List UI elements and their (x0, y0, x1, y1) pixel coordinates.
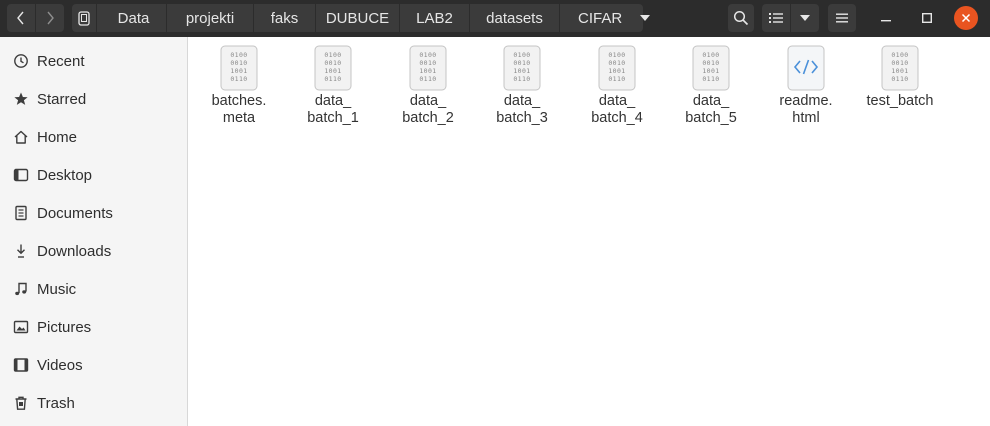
binary-file-icon: 0100 0010 1001 0110 (692, 45, 730, 91)
file-name: data_ batch_4 (591, 93, 643, 126)
chevron-left-icon (17, 11, 24, 25)
document-icon (12, 204, 30, 222)
binary-file-icon: 0100 0010 1001 0110 (598, 45, 636, 91)
file-item[interactable]: 0100 0010 1001 0110 data_ batch_4 (567, 45, 667, 127)
breadcrumb-cifar[interactable]: CIFAR (560, 4, 651, 32)
sidebar-item-starred[interactable]: Starred (0, 80, 187, 118)
binary-glyph: 0100 0010 1001 0110 (891, 51, 909, 83)
picture-icon (12, 318, 30, 336)
sidebar-item-label: Starred (37, 90, 87, 108)
chevron-down-icon (800, 15, 810, 21)
sidebar-item-label: Music (37, 280, 77, 298)
minimize-icon (881, 20, 891, 22)
file-name: readme. html (779, 93, 833, 126)
sidebar-item-label: Videos (37, 356, 83, 374)
sidebar: Recent Starred Home Desktop Documents Do… (0, 37, 188, 426)
music-icon (12, 280, 30, 298)
view-options-button[interactable] (791, 4, 819, 32)
sidebar-item-label: Pictures (37, 318, 92, 336)
sidebar-item-videos[interactable]: Videos (0, 346, 187, 384)
binary-file-icon: 0100 0010 1001 0110 (220, 45, 258, 91)
maximize-button[interactable] (914, 5, 940, 31)
list-view-button[interactable] (762, 4, 791, 32)
file-grid: 0100 0010 1001 0110 batches. meta 0100 0010 10… (189, 37, 990, 426)
binary-glyph: 0100 0010 1001 0110 (324, 51, 342, 83)
breadcrumb-dubuce[interactable]: DUBUCE (316, 4, 400, 32)
html-file-icon (787, 45, 825, 91)
sidebar-item-documents[interactable]: Documents (0, 194, 187, 232)
breadcrumb-lab2[interactable]: LAB2 (400, 4, 470, 32)
close-button[interactable] (954, 6, 978, 30)
back-button[interactable] (7, 4, 35, 32)
file-item[interactable]: 0100 0010 1001 0110 data_ batch_5 (661, 45, 761, 127)
maximize-icon (922, 13, 933, 24)
sidebar-item-label: Downloads (37, 242, 112, 260)
binary-glyph: 0100 0010 1001 0110 (608, 51, 626, 83)
binary-file-icon: 0100 0010 1001 0110 (409, 45, 447, 91)
breadcrumb-datasets[interactable]: datasets (470, 4, 560, 32)
menu-button[interactable] (828, 4, 856, 32)
breadcrumb-projekti[interactable]: projekti (167, 4, 254, 32)
trash-icon (12, 394, 30, 412)
file-item[interactable]: 0100 0010 1001 0110 data_ batch_1 (283, 45, 383, 127)
root-drive-button[interactable] (72, 4, 97, 32)
chevron-right-icon (47, 11, 54, 25)
sidebar-item-pictures[interactable]: Pictures (0, 308, 187, 346)
chevron-down-icon (640, 15, 651, 21)
sidebar-item-downloads[interactable]: Downloads (0, 232, 187, 270)
star-icon (12, 90, 30, 108)
sidebar-item-music[interactable]: Music (0, 270, 187, 308)
file-name: test_batch (866, 93, 934, 109)
file-item[interactable]: 0100 0010 1001 0110 test_batch (850, 45, 950, 110)
drive-icon (78, 10, 90, 26)
file-item[interactable]: 0100 0010 1001 0110 data_ batch_2 (378, 45, 478, 127)
home-icon (12, 128, 30, 146)
breadcrumb-cifar-label: CIFAR (578, 9, 623, 27)
sidebar-item-label: Desktop (37, 166, 93, 184)
file-item[interactable]: 0100 0010 1001 0110 data_ batch_3 (472, 45, 572, 127)
desktop-icon (12, 166, 30, 184)
view-toggle-group (762, 4, 819, 32)
breadcrumb-data[interactable]: Data (97, 4, 167, 32)
binary-glyph: 0100 0010 1001 0110 (419, 51, 437, 83)
breadcrumb: Data projekti faks DUBUCE LAB2 datasets … (72, 4, 651, 32)
file-name: data_ batch_1 (307, 93, 359, 126)
file-item[interactable]: 0100 0010 1001 0110 batches. meta (189, 45, 289, 127)
file-name: data_ batch_5 (685, 93, 737, 126)
binary-glyph: 0100 0010 1001 0110 (230, 51, 248, 83)
sidebar-item-label: Recent (37, 52, 85, 70)
file-name: data_ batch_2 (402, 93, 454, 126)
binary-glyph: 0100 0010 1001 0110 (702, 51, 720, 83)
binary-glyph: 0100 0010 1001 0110 (513, 51, 531, 83)
binary-file-icon: 0100 0010 1001 0110 (881, 45, 919, 91)
list-view-icon (769, 13, 783, 23)
sidebar-item-label: Documents (37, 204, 113, 222)
video-icon (12, 356, 30, 374)
file-name: batches. meta (211, 93, 267, 126)
clock-icon (12, 52, 30, 70)
sidebar-item-label: Home (37, 128, 78, 146)
sidebar-item-recent[interactable]: Recent (0, 42, 187, 80)
sidebar-item-trash[interactable]: Trash (0, 384, 187, 422)
forward-button[interactable] (36, 4, 64, 32)
minimize-button[interactable] (873, 5, 899, 31)
search-icon (733, 10, 749, 26)
sidebar-item-home[interactable]: Home (0, 118, 187, 156)
sidebar-item-label: Trash (37, 394, 75, 412)
file-item[interactable]: readme. html (756, 45, 856, 127)
breadcrumb-faks[interactable]: faks (254, 4, 316, 32)
close-icon (961, 13, 971, 23)
download-icon (12, 242, 30, 260)
file-name: data_ batch_3 (496, 93, 548, 126)
binary-file-icon: 0100 0010 1001 0110 (503, 45, 541, 91)
header-bar: Data projekti faks DUBUCE LAB2 datasets … (0, 0, 990, 37)
binary-file-icon: 0100 0010 1001 0110 (314, 45, 352, 91)
hamburger-icon (836, 13, 848, 23)
search-button[interactable] (728, 4, 754, 32)
sidebar-item-desktop[interactable]: Desktop (0, 156, 187, 194)
